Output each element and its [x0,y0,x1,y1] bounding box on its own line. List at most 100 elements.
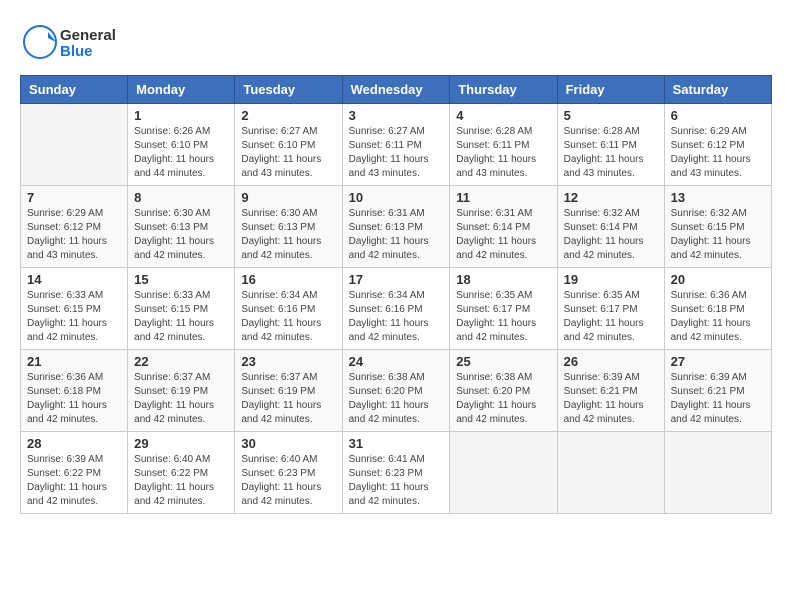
day-number: 14 [27,272,121,287]
day-number: 10 [349,190,444,205]
day-number: 13 [671,190,765,205]
day-info: Sunrise: 6:28 AMSunset: 6:11 PMDaylight:… [564,125,658,181]
calendar-cell [450,432,557,514]
calendar-cell: 31Sunrise: 6:41 AMSunset: 6:23 PMDayligh… [342,432,450,514]
day-number: 8 [134,190,228,205]
day-number: 7 [27,190,121,205]
calendar-cell: 29 Sunrise: 6:40 AMSunset: 6:22 PMDayligh… [128,432,235,514]
calendar-cell: 13 Sunrise: 6:32 AMSunset: 6:15 PMDayligh… [664,186,771,268]
day-info: Sunrise: 6:38 AMSunset: 6:20 PMDaylight:… [456,371,550,427]
day-number: 12 [564,190,658,205]
calendar-cell: 17 Sunrise: 6:34 AMSunset: 6:16 PMDayligh… [342,268,450,350]
page-header: GeneralBlue [20,20,772,65]
day-number: 9 [241,190,335,205]
calendar-cell: 21Sunrise: 6:36 AMSunset: 6:18 PMDayligh… [21,350,128,432]
day-info: Sunrise: 6:31 AMSunset: 6:14 PMDaylight:… [456,207,550,263]
calendar-cell: 20Sunrise: 6:36 AMSunset: 6:18 PMDayligh… [664,268,771,350]
day-info: Sunrise: 6:39 AMSunset: 6:21 PMDaylight:… [671,371,765,427]
day-info: Sunrise: 6:30 AMSunset: 6:13 PMDaylight:… [134,207,228,263]
day-info: Sunrise: 6:27 AMSunset: 6:10 PMDaylight:… [241,125,335,181]
day-info: Sunrise: 6:40 AMSunset: 6:22 PMDaylight:… [134,453,228,509]
calendar-cell: 19 Sunrise: 6:35 AMSunset: 6:17 PMDayligh… [557,268,664,350]
day-info: Sunrise: 6:37 AMSunset: 6:19 PMDaylight:… [134,371,228,427]
day-number: 11 [456,190,550,205]
calendar-cell: 27 Sunrise: 6:39 AMSunset: 6:21 PMDayligh… [664,350,771,432]
day-number: 4 [456,108,550,123]
calendar-cell: 22 Sunrise: 6:37 AMSunset: 6:19 PMDayligh… [128,350,235,432]
calendar-cell: 18 Sunrise: 6:35 AMSunset: 6:17 PMDayligh… [450,268,557,350]
day-info: Sunrise: 6:27 AMSunset: 6:11 PMDaylight:… [349,125,444,181]
calendar-cell: 25 Sunrise: 6:38 AMSunset: 6:20 PMDayligh… [450,350,557,432]
day-info: Sunrise: 6:30 AMSunset: 6:13 PMDaylight:… [241,207,335,263]
day-number: 18 [456,272,550,287]
day-number: 29 [134,436,228,451]
calendar-cell [21,104,128,186]
day-number: 1 [134,108,228,123]
day-number: 25 [456,354,550,369]
calendar-cell: 6Sunrise: 6:29 AMSunset: 6:12 PMDaylight… [664,104,771,186]
day-info: Sunrise: 6:32 AMSunset: 6:15 PMDaylight:… [671,207,765,263]
day-number: 15 [134,272,228,287]
calendar-cell [664,432,771,514]
calendar-cell: 10 Sunrise: 6:31 AMSunset: 6:13 PMDayligh… [342,186,450,268]
calendar-header-row: SundayMondayTuesdayWednesdayThursdayFrid… [21,76,772,104]
svg-text:General: General [60,27,116,44]
calendar-cell: 14 Sunrise: 6:33 AMSunset: 6:15 PMDayligh… [21,268,128,350]
day-info: Sunrise: 6:39 AMSunset: 6:21 PMDaylight:… [564,371,658,427]
day-number: 28 [27,436,121,451]
day-number: 17 [349,272,444,287]
day-info: Sunrise: 6:32 AMSunset: 6:14 PMDaylight:… [564,207,658,263]
calendar-cell: 12 Sunrise: 6:32 AMSunset: 6:14 PMDayligh… [557,186,664,268]
day-number: 5 [564,108,658,123]
day-number: 16 [241,272,335,287]
day-info: Sunrise: 6:35 AMSunset: 6:17 PMDaylight:… [456,289,550,345]
day-number: 3 [349,108,444,123]
day-number: 20 [671,272,765,287]
calendar-cell: 15 Sunrise: 6:33 AMSunset: 6:15 PMDayligh… [128,268,235,350]
day-info: Sunrise: 6:26 AMSunset: 6:10 PMDaylight:… [134,125,228,181]
day-number: 23 [241,354,335,369]
day-info: Sunrise: 6:37 AMSunset: 6:19 PMDaylight:… [241,371,335,427]
day-number: 27 [671,354,765,369]
calendar-header-wednesday: Wednesday [342,76,450,104]
day-number: 30 [241,436,335,451]
day-info: Sunrise: 6:31 AMSunset: 6:13 PMDaylight:… [349,207,444,263]
calendar-header-saturday: Saturday [664,76,771,104]
calendar-header-thursday: Thursday [450,76,557,104]
calendar-body: 1 Sunrise: 6:26 AMSunset: 6:10 PMDaylight… [21,104,772,514]
day-number: 19 [564,272,658,287]
calendar-week-2: 7 Sunrise: 6:29 AMSunset: 6:12 PMDaylight… [21,186,772,268]
calendar-cell: 28Sunrise: 6:39 AMSunset: 6:22 PMDayligh… [21,432,128,514]
calendar-cell: 4 Sunrise: 6:28 AMSunset: 6:11 PMDaylight… [450,104,557,186]
calendar-week-1: 1 Sunrise: 6:26 AMSunset: 6:10 PMDaylight… [21,104,772,186]
calendar-header-friday: Friday [557,76,664,104]
calendar-week-4: 21Sunrise: 6:36 AMSunset: 6:18 PMDayligh… [21,350,772,432]
day-info: Sunrise: 6:34 AMSunset: 6:16 PMDaylight:… [349,289,444,345]
calendar-week-5: 28Sunrise: 6:39 AMSunset: 6:22 PMDayligh… [21,432,772,514]
day-info: Sunrise: 6:33 AMSunset: 6:15 PMDaylight:… [134,289,228,345]
svg-text:Blue: Blue [60,43,93,60]
day-info: Sunrise: 6:29 AMSunset: 6:12 PMDaylight:… [671,125,765,181]
calendar-cell: 5 Sunrise: 6:28 AMSunset: 6:11 PMDaylight… [557,104,664,186]
calendar-cell: 3 Sunrise: 6:27 AMSunset: 6:11 PMDaylight… [342,104,450,186]
calendar-cell: 30Sunrise: 6:40 AMSunset: 6:23 PMDayligh… [235,432,342,514]
calendar-header-tuesday: Tuesday [235,76,342,104]
day-info: Sunrise: 6:29 AMSunset: 6:12 PMDaylight:… [27,207,121,263]
day-info: Sunrise: 6:38 AMSunset: 6:20 PMDaylight:… [349,371,444,427]
day-info: Sunrise: 6:28 AMSunset: 6:11 PMDaylight:… [456,125,550,181]
day-number: 2 [241,108,335,123]
day-number: 22 [134,354,228,369]
general-blue-logo: GeneralBlue [20,20,150,65]
calendar-cell: 26Sunrise: 6:39 AMSunset: 6:21 PMDayligh… [557,350,664,432]
day-info: Sunrise: 6:33 AMSunset: 6:15 PMDaylight:… [27,289,121,345]
calendar-cell: 2 Sunrise: 6:27 AMSunset: 6:10 PMDaylight… [235,104,342,186]
calendar-table: SundayMondayTuesdayWednesdayThursdayFrid… [20,75,772,514]
calendar-cell: 24Sunrise: 6:38 AMSunset: 6:20 PMDayligh… [342,350,450,432]
calendar-cell: 11 Sunrise: 6:31 AMSunset: 6:14 PMDayligh… [450,186,557,268]
logo: GeneralBlue [20,20,150,65]
calendar-cell: 8 Sunrise: 6:30 AMSunset: 6:13 PMDaylight… [128,186,235,268]
calendar-header-monday: Monday [128,76,235,104]
day-info: Sunrise: 6:35 AMSunset: 6:17 PMDaylight:… [564,289,658,345]
calendar-header-sunday: Sunday [21,76,128,104]
day-info: Sunrise: 6:36 AMSunset: 6:18 PMDaylight:… [27,371,121,427]
